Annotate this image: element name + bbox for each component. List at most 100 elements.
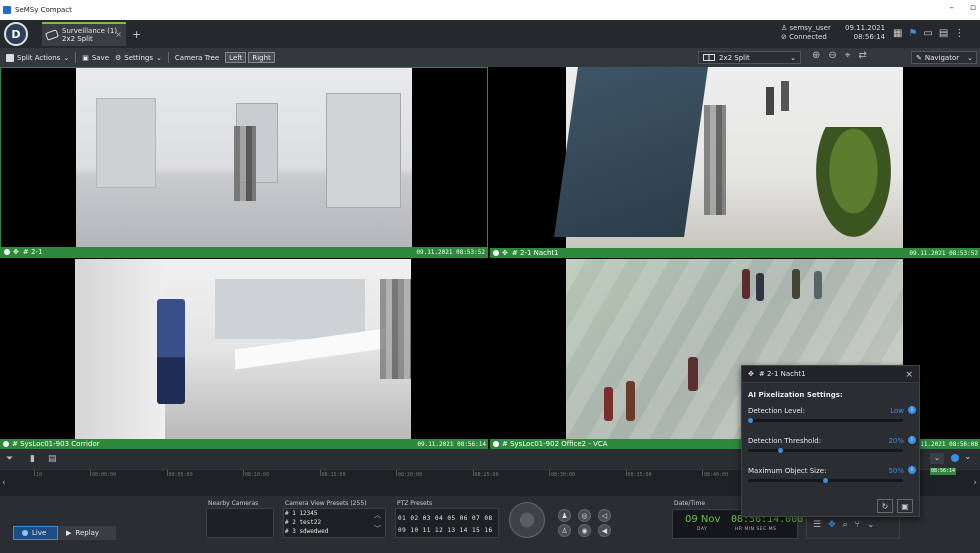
chevron-down-icon[interactable]: ⌄ [930, 453, 944, 464]
gear-icon: ⚙ [115, 53, 122, 62]
timeline-next-icon[interactable]: › [973, 478, 977, 488]
connection-icon: ⊘ [781, 33, 790, 41]
live-button[interactable]: Live [13, 526, 58, 540]
preset-item[interactable]: # 3 sdwedwed [285, 527, 385, 536]
divider [167, 52, 169, 63]
timeline-tick-label: 08:20:00 [398, 472, 423, 478]
live-dot-icon [22, 530, 28, 536]
save-icon: ▣ [82, 53, 89, 62]
slider-track[interactable] [748, 418, 903, 423]
zoom-out-icon[interactable]: ⊖ [828, 50, 836, 61]
share-icon[interactable]: ⑂ [855, 520, 860, 530]
iris-icon[interactable]: ◉ [578, 524, 591, 537]
chevron-down-icon[interactable]: ⌄ [867, 520, 875, 530]
ptz-presets-grid[interactable]: 01 02 03 04 05 06 07 08 09 10 11 12 13 1… [398, 513, 493, 537]
tile-timestamp: 09.11.2021 08:56:14 [417, 440, 486, 448]
ptz-presets-title: PTZ Presets [397, 500, 433, 507]
info-icon[interactable]: i [908, 406, 916, 414]
slider-handle[interactable] [823, 478, 828, 483]
person-icon[interactable]: ♟ [558, 509, 571, 522]
filter-icon[interactable]: ⏷ [6, 454, 18, 464]
timeline-tick-label: 08:30:00 [551, 472, 576, 478]
timeline-tick-line [243, 470, 244, 476]
close-tab-button[interactable]: × [115, 31, 122, 39]
chevron-down-icon: ⌄ [967, 53, 973, 62]
video-tile-3[interactable]: # SysLoc01-903 Corridor 09.11.2021 08:56… [0, 259, 488, 449]
messages-icon[interactable]: ▭ [923, 28, 932, 39]
info-icon[interactable]: i [908, 436, 916, 444]
ptz-joystick[interactable] [509, 502, 545, 538]
save-settings-button[interactable]: ▣ [897, 499, 913, 513]
more-menu-icon[interactable]: ⋮ [954, 28, 964, 39]
timeline-tick-label: 08:05:00 [168, 472, 193, 478]
bookmark-list-icon[interactable]: ▤ [48, 454, 60, 464]
camera-image [76, 68, 412, 249]
pixelated-person [380, 279, 411, 379]
app-logo[interactable]: D [4, 22, 28, 46]
speaker-icon[interactable]: ◀ [598, 524, 611, 537]
pixelated-person [234, 126, 256, 201]
add-tab-button[interactable]: + [132, 28, 141, 41]
navigator-select[interactable]: ✎ Navigator ⌄ [911, 51, 977, 64]
timeline-tick-label: 10 [36, 472, 43, 478]
right-label: Right [252, 53, 271, 62]
timeline-cursor[interactable]: 08:56:14 [930, 468, 956, 475]
filter-icon[interactable]: ⇄ [858, 50, 866, 61]
close-panel-button[interactable]: × [905, 370, 913, 380]
chevron-down-icon[interactable]: ﹀ [374, 524, 381, 534]
save-button[interactable]: ▣ Save [82, 54, 109, 62]
chevron-down-icon[interactable]: ⌄ [964, 452, 972, 462]
ptz-icon[interactable]: ✥ [828, 520, 836, 530]
bookmark-icon[interactable]: ▮ [30, 454, 42, 464]
reset-button[interactable]: ↻ [877, 499, 893, 513]
video-tile-2[interactable]: ✥ # 2-1 Nacht1 09.11.2021 08:53:52 [490, 67, 980, 258]
info-icon[interactable]: i [908, 466, 916, 474]
calendar-icon[interactable]: ▦ [893, 28, 902, 39]
split-actions-button[interactable]: Split Actions ⌄ [6, 53, 70, 62]
timeline-tick-line [472, 470, 474, 476]
ptz-preset-row[interactable]: 01 02 03 04 05 06 07 08 [398, 513, 493, 525]
settings-label: Settings [124, 53, 154, 62]
clock: 09.11.2021 08:56:14 [845, 24, 885, 42]
split-layout-select[interactable]: 2x2 Split ⌄ [698, 51, 801, 64]
zoom-icon[interactable]: ◁ [598, 509, 611, 522]
chevron-up-icon[interactable]: ︿ [374, 510, 381, 520]
timeline-tick-label: 08:40:00 [704, 472, 729, 478]
document-icon[interactable]: ▤ [939, 28, 948, 39]
person-icon[interactable]: ♙ [558, 524, 571, 537]
focus-icon[interactable]: ◎ [578, 509, 591, 522]
camera-tree-left-toggle[interactable]: Left [225, 52, 247, 63]
connection-status: Connected [789, 33, 827, 41]
window-title: SeMSy Compact [15, 6, 72, 14]
replay-button[interactable]: ▶ Replay [58, 526, 116, 540]
slider-handle[interactable] [748, 418, 753, 423]
restore-button[interactable]: ▫ [970, 3, 976, 13]
minimize-button[interactable]: – [949, 3, 954, 13]
tab-surveillance[interactable]: Surveillance (1) 2x2 Split × [42, 22, 126, 46]
ptz-preset-row[interactable]: 09 10 11 12 13 14 15 16 [398, 525, 493, 537]
preset-item[interactable]: # 1 12345 [285, 509, 385, 518]
chevron-down-icon: ⌄ [63, 53, 70, 62]
sliders-icon[interactable]: ☰ [813, 520, 821, 530]
save-icon: ▣ [901, 501, 909, 511]
pin-icon[interactable]: ⌖ [845, 50, 851, 61]
video-tile-1[interactable]: ✥ # 2-1 09.11.2021 08:53:52 [0, 67, 488, 258]
timeline-tick-line [549, 470, 550, 476]
chevron-down-icon: ⌄ [790, 53, 796, 62]
slider-track[interactable] [748, 448, 903, 453]
day-label: DAY [697, 527, 708, 532]
settings-button[interactable]: ⚙ Settings ⌄ [115, 54, 162, 62]
slider-track[interactable] [748, 478, 903, 483]
camera-tree-right-toggle[interactable]: Right [248, 52, 275, 63]
ptz-icon: ✥ [502, 249, 508, 257]
left-label: Left [229, 53, 243, 62]
slider-handle[interactable] [778, 448, 783, 453]
notifications-icon[interactable]: ⚑ [908, 28, 917, 39]
live-dot-icon [4, 249, 10, 255]
zoom-in-icon[interactable]: ⊕ [812, 50, 820, 61]
preset-item[interactable]: # 2 test22 [285, 518, 385, 527]
navigator-icon: ✎ [916, 53, 922, 62]
timeline-prev-icon[interactable]: ‹ [2, 478, 6, 488]
info-icon[interactable] [951, 454, 959, 462]
search-icon[interactable]: ⌕ [843, 520, 848, 530]
